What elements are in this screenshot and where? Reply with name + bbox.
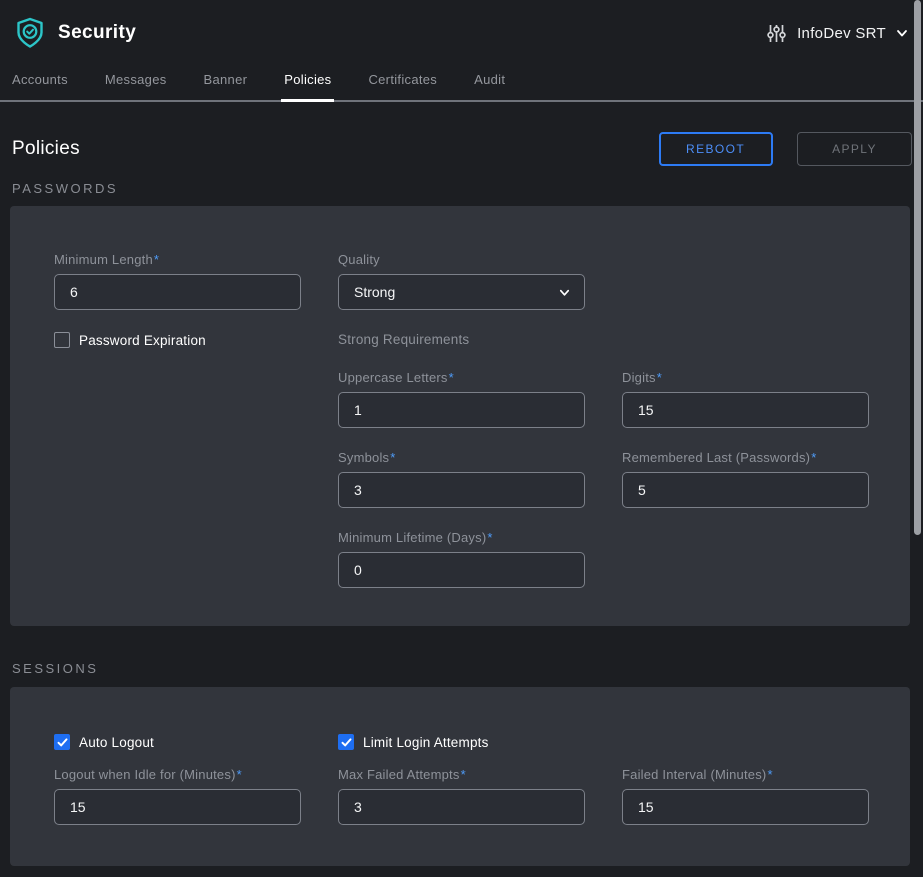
sessions-panel: Auto Logout Limit Login Attempts Logout … [10,687,910,866]
page-title: Policies [12,138,80,160]
failed-interval-input[interactable] [622,789,869,825]
apply-button: APPLY [797,132,912,166]
vertical-scrollbar-thumb[interactable] [914,0,921,535]
tabbar: Accounts Messages Banner Policies Certif… [0,66,923,102]
shield-check-icon [13,16,47,50]
limit-login-attempts-label: Limit Login Attempts [363,735,489,750]
tab-messages[interactable]: Messages [105,72,167,100]
passwords-section-heading: PASSWORDS [0,181,923,196]
tab-audit[interactable]: Audit [474,72,505,100]
remembered-last-input[interactable] [622,472,869,508]
limit-login-attempts-checkbox[interactable] [338,734,354,750]
minimum-length-label: Minimum Length* [54,252,301,267]
app-header: Security InfoDev SRT [0,0,923,66]
uppercase-letters-label: Uppercase Letters* [338,370,585,385]
quality-select-value: Strong [354,284,395,300]
digits-input[interactable] [622,392,869,428]
failed-interval-label: Failed Interval (Minutes)* [622,767,869,782]
reboot-button[interactable]: REBOOT [659,132,773,166]
chevron-down-icon [895,26,909,40]
system-selector[interactable]: InfoDev SRT [766,23,909,44]
sliders-icon [766,23,787,44]
minimum-length-input[interactable] [54,274,301,310]
app-title: Security [58,22,136,44]
tab-accounts[interactable]: Accounts [12,72,68,100]
strong-requirements-label: Strong Requirements [338,332,469,347]
system-name: InfoDev SRT [797,25,886,42]
digits-label: Digits* [622,370,869,385]
quality-select[interactable]: Strong [338,274,585,310]
uppercase-letters-input[interactable] [338,392,585,428]
symbols-input[interactable] [338,472,585,508]
tab-certificates[interactable]: Certificates [368,72,437,100]
logout-idle-input[interactable] [54,789,301,825]
remembered-last-label: Remembered Last (Passwords)* [622,450,869,465]
sessions-section-heading: SESSIONS [0,661,923,676]
symbols-label: Symbols* [338,450,585,465]
max-failed-attempts-label: Max Failed Attempts* [338,767,585,782]
tab-banner[interactable]: Banner [204,72,248,100]
passwords-panel: Minimum Length* Quality Strong Password … [10,206,910,626]
tab-policies[interactable]: Policies [284,72,331,100]
quality-label: Quality [338,252,585,267]
max-failed-attempts-input[interactable] [338,789,585,825]
minimum-lifetime-label: Minimum Lifetime (Days)* [338,530,585,545]
chevron-down-icon [558,286,571,299]
auto-logout-checkbox[interactable] [54,734,70,750]
password-expiration-label: Password Expiration [79,333,206,348]
password-expiration-checkbox[interactable] [54,332,70,348]
auto-logout-label: Auto Logout [79,735,154,750]
minimum-lifetime-input[interactable] [338,552,585,588]
logout-idle-label: Logout when Idle for (Minutes)* [54,767,301,782]
